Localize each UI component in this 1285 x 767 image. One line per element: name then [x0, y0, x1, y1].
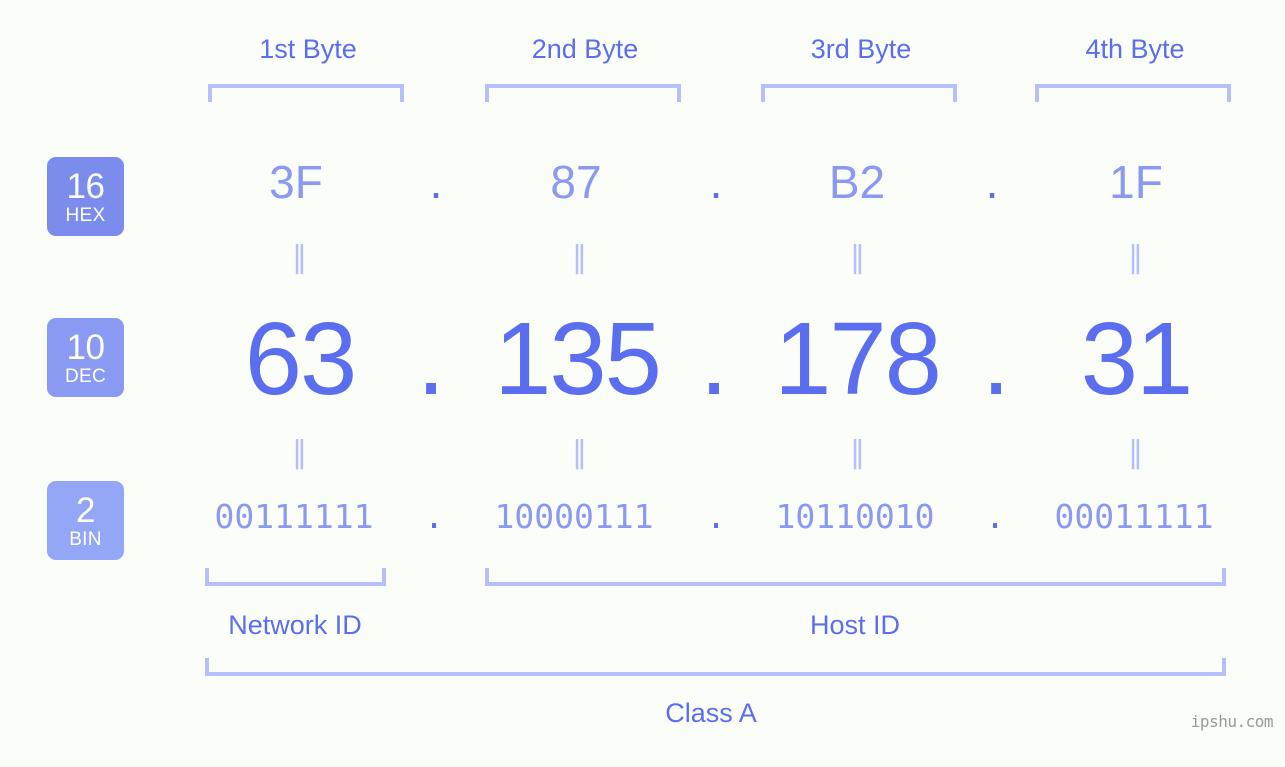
- equals-hex-dec-2: ‖: [572, 240, 588, 275]
- byte-bracket-3: [761, 84, 957, 102]
- ip-address-breakdown-diagram: 1st Byte 2nd Byte 3rd Byte 4th Byte 16 H…: [0, 0, 1285, 767]
- network-id-bracket: [205, 568, 386, 586]
- equals-dec-bin-2: ‖: [572, 435, 588, 470]
- base-badge-dec-name: DEC: [64, 365, 106, 387]
- bin-separator-2: .: [706, 497, 726, 536]
- base-badge-dec-number: 10: [66, 327, 105, 367]
- hex-octet-2: 87: [550, 156, 602, 208]
- watermark: ipshu.com: [1190, 712, 1274, 731]
- base-badge-bin: 2 BIN: [47, 481, 124, 560]
- class-label: Class A: [665, 698, 757, 728]
- byte-label-3: 3rd Byte: [810, 34, 912, 64]
- byte-bracket-2: [485, 84, 681, 102]
- bin-octet-2: 10000111: [494, 497, 654, 536]
- byte-label-4: 4th Byte: [1085, 34, 1185, 64]
- base-badge-dec: 10 DEC: [47, 318, 124, 397]
- byte-label-1: 1st Byte: [259, 34, 357, 64]
- dec-octet-2: 135: [494, 301, 662, 416]
- bin-octet-4: 00011111: [1054, 497, 1214, 536]
- dec-octet-1: 63: [244, 301, 358, 416]
- byte-bracket-4: [1035, 84, 1231, 102]
- equals-hex-dec-3: ‖: [850, 240, 866, 275]
- hex-octet-3: B2: [828, 156, 886, 208]
- dec-octet-4: 31: [1080, 301, 1194, 416]
- host-id-label: Host ID: [809, 610, 901, 640]
- equals-dec-bin-3: ‖: [850, 435, 866, 470]
- base-badge-bin-name: BIN: [69, 528, 102, 550]
- equals-dec-bin-4: ‖: [1128, 435, 1144, 470]
- equals-hex-dec-1: ‖: [292, 240, 308, 275]
- dec-separator-3: .: [981, 301, 1011, 416]
- bin-octet-3: 10110010: [775, 497, 935, 536]
- base-badge-hex: 16 HEX: [47, 157, 124, 236]
- byte-bracket-1: [208, 84, 404, 102]
- bin-octet-1: 00111111: [214, 497, 374, 536]
- hex-octet-4: 1F: [1109, 156, 1163, 208]
- base-badge-hex-name: HEX: [65, 204, 106, 226]
- base-badge-bin-number: 2: [76, 490, 95, 530]
- base-badge-hex-number: 16: [66, 166, 105, 206]
- hex-separator-2: .: [709, 156, 723, 208]
- host-id-bracket: [485, 568, 1226, 586]
- bin-separator-3: .: [985, 497, 1005, 536]
- equals-dec-bin-1: ‖: [292, 435, 308, 470]
- hex-separator-1: .: [429, 156, 443, 208]
- network-id-label: Network ID: [228, 610, 362, 640]
- dec-octet-3: 178: [774, 301, 942, 416]
- byte-label-2: 2nd Byte: [531, 34, 639, 64]
- hex-separator-3: .: [985, 156, 999, 208]
- bin-separator-1: .: [424, 497, 444, 536]
- hex-octet-1: 3F: [269, 156, 323, 208]
- class-bracket: [205, 658, 1226, 676]
- dec-separator-1: .: [416, 301, 446, 416]
- equals-hex-dec-4: ‖: [1128, 240, 1144, 275]
- dec-separator-2: .: [699, 301, 729, 416]
